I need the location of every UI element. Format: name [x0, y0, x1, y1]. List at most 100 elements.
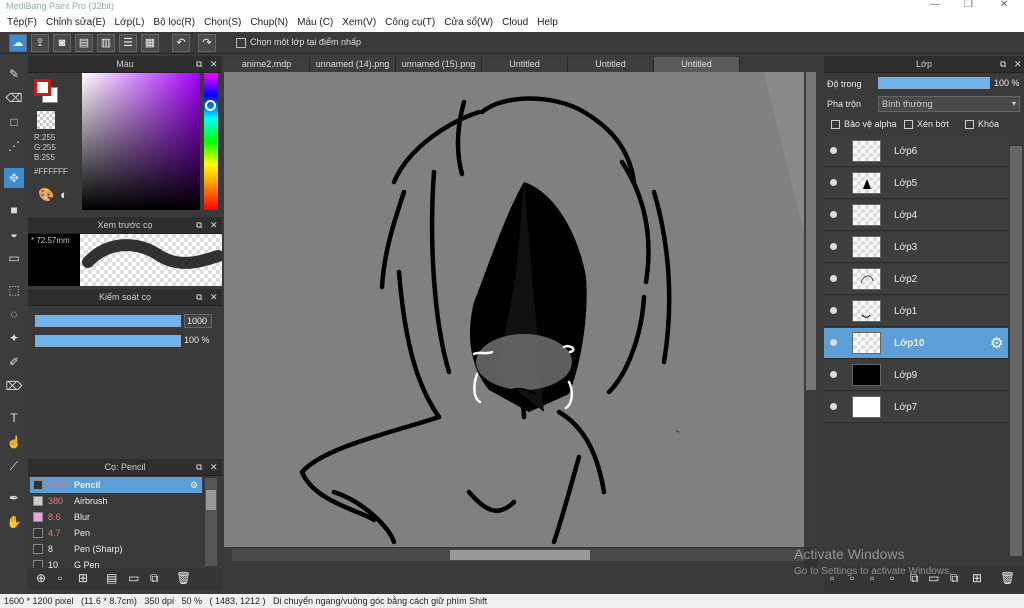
- color-swap-icon[interactable]: ◐: [60, 187, 68, 202]
- eyedropper-tool-icon[interactable]: ✒: [4, 488, 24, 508]
- brush-size-slider[interactable]: [35, 315, 181, 327]
- eye-icon[interactable]: [830, 243, 837, 250]
- lock-checkbox[interactable]: [965, 120, 974, 129]
- menu-snap[interactable]: Chụp(N): [250, 17, 288, 28]
- brush-settings-icon[interactable]: ▤: [106, 571, 117, 585]
- layer-item[interactable]: Lớp9: [824, 360, 1008, 391]
- eye-icon[interactable]: [830, 403, 837, 410]
- hue-slider-handle[interactable]: [205, 100, 216, 111]
- protect-alpha-checkbox[interactable]: [831, 120, 840, 129]
- brush-cloud-icon[interactable]: ⊕: [36, 571, 46, 585]
- operation-tool-icon[interactable]: ☝: [4, 432, 24, 452]
- undock-icon[interactable]: ⧉: [196, 289, 202, 306]
- menu-tools[interactable]: Công cụ(T): [385, 17, 435, 28]
- tab-untitled-3[interactable]: Untitled: [654, 57, 740, 72]
- eraser-tool-icon[interactable]: ⌫: [4, 88, 24, 108]
- tab-untitled-1[interactable]: Untitled: [482, 57, 568, 72]
- eye-icon[interactable]: [830, 307, 837, 314]
- dot-tool-icon[interactable]: ⋰: [4, 136, 24, 156]
- brush-item-pen[interactable]: 4.7 Pen: [30, 525, 202, 541]
- blend-mode-select[interactable]: Bình thường ▾: [878, 96, 1020, 112]
- menu-edit[interactable]: Chỉnh sửa(E): [46, 17, 106, 28]
- drawing-canvas[interactable]: ϟ: [224, 72, 818, 574]
- eye-icon[interactable]: [830, 147, 837, 154]
- trash-icon[interactable]: 🗑: [176, 571, 191, 585]
- horizontal-scroll-thumb[interactable]: [450, 550, 590, 560]
- clipping-checkbox[interactable]: [904, 120, 913, 129]
- gear-icon[interactable]: ⚙: [190, 477, 198, 493]
- message-icon[interactable]: ▤: [75, 34, 93, 52]
- undock-icon[interactable]: ⧉: [196, 217, 202, 234]
- transparent-color-swatch[interactable]: [37, 111, 55, 129]
- menu-filter[interactable]: Bộ lọc(R): [153, 17, 195, 28]
- brush-item-blur[interactable]: 8.6 Blur: [30, 509, 202, 525]
- eye-icon[interactable]: [830, 371, 837, 378]
- brush-tool-icon[interactable]: ✎: [4, 64, 24, 84]
- fill-rect-tool-icon[interactable]: ■: [4, 200, 24, 220]
- layer-item[interactable]: Lớp1: [824, 296, 1008, 327]
- comment-icon[interactable]: ◙: [53, 34, 71, 52]
- close-panel-icon[interactable]: ✕: [210, 289, 218, 306]
- text-tool-icon[interactable]: T: [4, 408, 24, 428]
- divide-tool-icon[interactable]: ⟋: [4, 456, 24, 476]
- folder-icon[interactable]: ▭: [128, 571, 139, 585]
- menu-color[interactable]: Màu (C): [297, 17, 333, 28]
- copy-icon[interactable]: ⧉: [150, 571, 159, 586]
- lasso-tool-icon[interactable]: ◌: [4, 304, 24, 324]
- brush-item-pencil[interactable]: 1000 Pencil ⚙: [30, 477, 202, 493]
- close-panel-icon[interactable]: ✕: [1014, 56, 1022, 73]
- add-brush-icon[interactable]: ⊞: [78, 571, 88, 585]
- bucket-tool-icon[interactable]: ◒: [4, 224, 24, 244]
- brush-opacity-slider[interactable]: [35, 335, 181, 347]
- tab-anime2[interactable]: anime2.mdp: [224, 57, 310, 72]
- hue-slider[interactable]: [204, 73, 218, 210]
- palette-icon[interactable]: 🎨: [38, 187, 54, 203]
- vertical-scrollbar[interactable]: [804, 72, 818, 547]
- layer-item[interactable]: Lớp6: [824, 136, 1008, 167]
- move-tool-icon[interactable]: ✥: [4, 168, 24, 188]
- menu-select[interactable]: Chọn(S): [204, 17, 241, 28]
- cloud-icon[interactable]: ☁: [9, 34, 27, 52]
- select-pen-icon[interactable]: ✐: [4, 352, 24, 372]
- gear-icon[interactable]: ⚙: [990, 334, 1003, 352]
- minimize-button[interactable]: —: [930, 0, 940, 10]
- menu-window[interactable]: Cửa sổ(W): [444, 17, 493, 28]
- canvas-viewport[interactable]: ϟ: [224, 72, 818, 574]
- list-icon[interactable]: ☰: [119, 34, 137, 52]
- undock-icon[interactable]: ⧉: [196, 459, 202, 476]
- tab-unnamed-15[interactable]: unnamed (15).png: [396, 57, 482, 72]
- undock-icon[interactable]: ⧉: [196, 56, 202, 73]
- eye-icon[interactable]: [830, 211, 837, 218]
- hand-tool-icon[interactable]: ✋: [4, 512, 24, 532]
- menu-file[interactable]: Tệp(F): [7, 17, 37, 28]
- grid-icon[interactable]: ▦: [141, 34, 159, 52]
- eye-icon[interactable]: [830, 275, 837, 282]
- menu-layer[interactable]: Lớp(L): [115, 17, 145, 28]
- document-icon[interactable]: ▥: [97, 34, 115, 52]
- brush-list-scrollbar[interactable]: [205, 478, 217, 566]
- brush-size-value[interactable]: 1000: [184, 314, 212, 328]
- select-rect-tool-icon[interactable]: ⬚: [4, 280, 24, 300]
- magic-wand-icon[interactable]: ✦: [4, 328, 24, 348]
- menu-cloud[interactable]: Cloud: [502, 17, 528, 28]
- eye-icon[interactable]: [830, 339, 837, 346]
- eye-icon[interactable]: [830, 179, 837, 186]
- menu-help[interactable]: Help: [537, 17, 558, 28]
- undo-icon[interactable]: ↶: [172, 34, 190, 52]
- horizontal-scrollbar[interactable]: [232, 549, 804, 561]
- close-panel-icon[interactable]: ✕: [210, 56, 218, 73]
- close-window-button[interactable]: ✕: [1000, 0, 1008, 10]
- color-picker-field[interactable]: [82, 73, 200, 210]
- share-icon[interactable]: ⇪: [31, 34, 49, 52]
- tab-untitled-2[interactable]: Untitled: [568, 57, 654, 72]
- layer-item[interactable]: Lớp3: [824, 232, 1008, 263]
- gradient-tool-icon[interactable]: ▭: [4, 248, 24, 268]
- layer-item[interactable]: Lớp4: [824, 200, 1008, 231]
- close-panel-icon[interactable]: ✕: [210, 217, 218, 234]
- brush-item-gpen[interactable]: 10 G Pen: [30, 557, 202, 568]
- new-brush-icon[interactable]: ▫: [58, 571, 62, 585]
- layer-scroll-thumb[interactable]: [1010, 146, 1022, 556]
- menu-view[interactable]: Xem(V): [342, 17, 376, 28]
- select-layer-checkbox[interactable]: [236, 38, 246, 48]
- brush-item-pen-sharp[interactable]: 8 Pen (Sharp): [30, 541, 202, 557]
